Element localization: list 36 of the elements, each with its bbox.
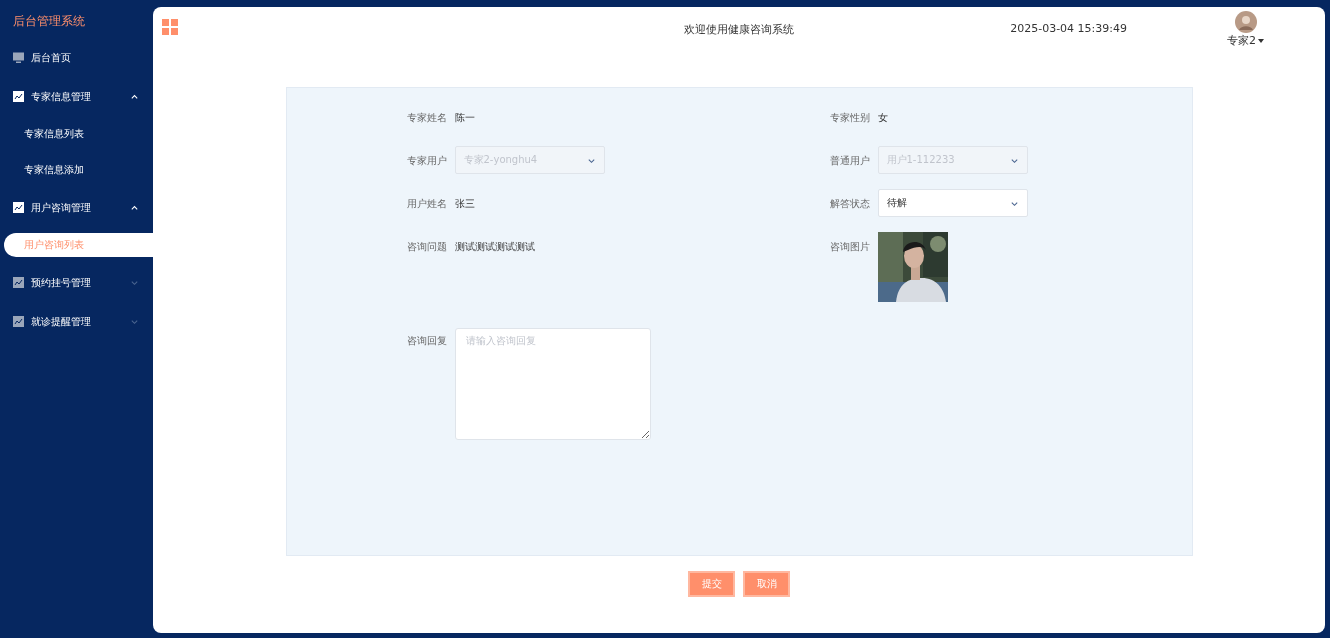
sidebar-title: 后台管理系统 (12, 13, 86, 30)
field-label: 专家用户 (405, 154, 448, 168)
chevron-icon (130, 278, 139, 287)
field-value: 陈一 (454, 111, 475, 125)
monitor-icon (13, 52, 24, 63)
field-label: 咨询回复 (405, 334, 448, 348)
field-label: 专家姓名 (405, 111, 448, 125)
select-field[interactable]: 待解 (877, 189, 1028, 217)
header-title: 欢迎使用健康咨询系统 (684, 22, 794, 37)
field-value: 张三 (454, 197, 475, 211)
chart-icon (13, 202, 24, 213)
chevron-icon (130, 203, 139, 212)
chart-icon (13, 277, 24, 288)
sidebar-item[interactable]: 专家信息管理 (0, 77, 153, 116)
field-label: 咨询图片 (828, 240, 871, 254)
field-value: 女 (877, 111, 888, 125)
sidebar-item[interactable]: 就诊提醒管理 (0, 302, 153, 341)
field-value: 测试测试测试测试 (454, 240, 535, 254)
sidebar-subitem[interactable]: 专家信息添加 (0, 152, 153, 188)
field-label: 咨询问题 (405, 240, 448, 254)
datetime: 2025-03-04 15:39:49 (1010, 22, 1127, 35)
chart-icon (13, 91, 24, 102)
avatar[interactable] (1234, 11, 1257, 33)
user-menu[interactable]: 专家2 (1227, 33, 1264, 48)
field-label: 专家性别 (828, 111, 871, 125)
chart-icon (13, 316, 24, 327)
sidebar-subitem[interactable]: 专家信息列表 (0, 116, 153, 152)
field-label: 用户姓名 (405, 197, 448, 211)
caret-icon (1258, 39, 1264, 43)
sidebar-item[interactable]: 后台首页 (0, 38, 153, 77)
sidebar-item[interactable]: 用户咨询管理 (0, 188, 153, 227)
sidebar-item[interactable]: 预约挂号管理 (0, 263, 153, 302)
field-label: 解答状态 (828, 197, 871, 211)
chevron-icon (130, 317, 139, 326)
chevron-icon (130, 92, 139, 101)
field-label: 普通用户 (828, 154, 871, 168)
